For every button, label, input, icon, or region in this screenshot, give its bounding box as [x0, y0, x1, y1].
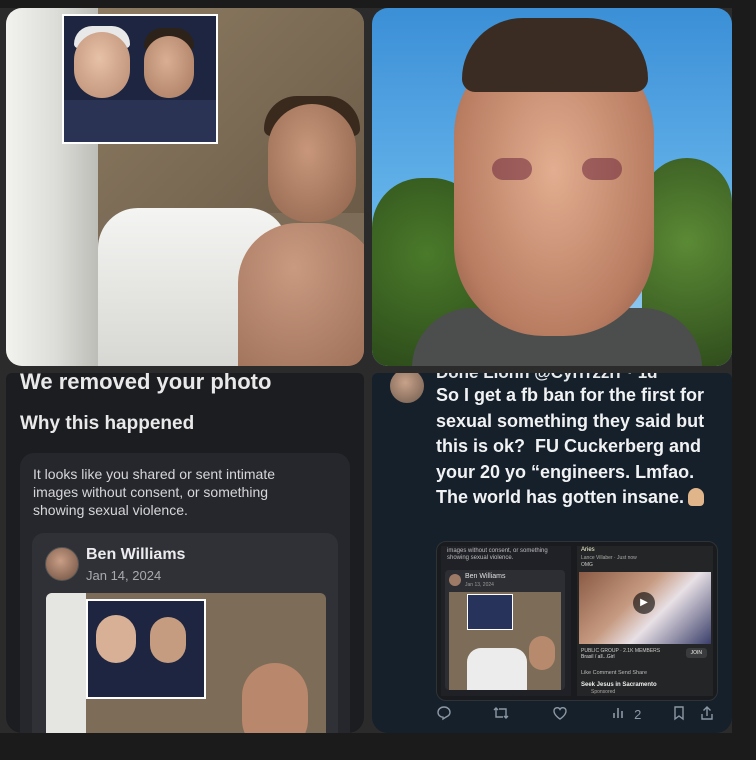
tweet-panel: Done Lionn @Cyrrrzzrr · 1d So I get a fb…	[372, 373, 732, 733]
post-photo	[46, 593, 326, 733]
avatar	[449, 574, 461, 586]
person-hair	[462, 18, 648, 92]
background-stripe	[732, 0, 756, 760]
post-author: Ben Williams	[86, 546, 186, 563]
removal-notice: We removed your photo Why this happened …	[6, 373, 364, 733]
person-face	[150, 617, 186, 663]
inset-photo	[86, 599, 206, 699]
notice-explanation: It looks like you shared or sent intimat…	[33, 466, 276, 518]
suits	[64, 100, 216, 142]
play-icon: ▶	[633, 592, 655, 614]
tweet-action-bar: 2	[432, 705, 722, 729]
tweet-header: Done Lionn @Cyrrrzzrr · 1d	[436, 373, 658, 383]
embedded-photo	[449, 592, 561, 690]
views-count: 2	[634, 707, 642, 722]
embedded-author: Ben Williams	[465, 573, 506, 580]
reply-icon[interactable]	[436, 705, 452, 725]
bathtub	[467, 648, 527, 690]
embedded-actions: Like Comment Send Share	[581, 670, 648, 676]
background-stripe	[0, 0, 756, 8]
bruise-right	[582, 158, 622, 180]
bathtub-photo	[6, 8, 364, 366]
person-face	[144, 36, 194, 98]
person-head	[529, 636, 555, 670]
embedded-facebook-post: Aries Lance Villaber · Just now OMG ▶ PU…	[577, 546, 713, 696]
person-face	[74, 32, 130, 98]
person-torso	[238, 223, 364, 366]
views-icon	[613, 708, 623, 718]
inset-photo	[62, 14, 218, 144]
shower-curtain	[46, 593, 86, 733]
embedded-subheader-2: OMG	[581, 562, 593, 568]
avatar	[45, 547, 79, 581]
tweet-body: So I get a fb ban for the first for sexu…	[436, 385, 710, 507]
person-head	[268, 104, 356, 222]
embedded-subheader: Lance Villaber · Just now	[581, 555, 637, 561]
tweet-text: So I get a fb ban for the first for sexu…	[436, 383, 726, 511]
post-date: Jan 14, 2024	[86, 568, 162, 583]
embedded-note: images without consent, or something sho…	[447, 548, 548, 561]
selfie-photo	[372, 8, 732, 366]
background-stripe	[0, 733, 756, 760]
bruise-left	[492, 158, 532, 180]
person-head	[242, 663, 308, 733]
embedded-date: Jan 13, 2024	[465, 582, 494, 588]
person-face	[96, 615, 136, 663]
embedded-ad-sponsored: Sponsored	[591, 689, 616, 695]
join-button: JOIN	[685, 648, 707, 658]
views-button[interactable]: 2	[612, 705, 641, 723]
shrug-emoji-icon	[688, 488, 705, 506]
notice-title: We removed your photo	[20, 373, 272, 394]
heart-icon[interactable]	[552, 705, 568, 725]
retweet-icon[interactable]	[492, 705, 510, 725]
removed-post-card[interactable]: Ben Williams Jan 14, 2024	[32, 533, 338, 733]
tweet-media[interactable]: images without consent, or something sho…	[436, 541, 718, 701]
embedded-post-card: Ben Williams Jan 13, 2024	[445, 570, 565, 690]
bookmark-icon[interactable]	[672, 705, 686, 725]
why-heading: Why this happened	[20, 413, 195, 434]
notice-card: It looks like you shared or sent intimat…	[20, 453, 350, 733]
embedded-ad-title: Seek Jesus in Sacramento	[581, 682, 657, 688]
embedded-notice-screenshot: images without consent, or something sho…	[441, 546, 571, 696]
share-icon[interactable]	[700, 705, 714, 725]
embedded-group-name: Brasil / all...Girl	[581, 654, 615, 660]
inset-photo	[467, 594, 513, 630]
avatar[interactable]	[390, 373, 424, 403]
embedded-header: Aries	[581, 547, 595, 553]
